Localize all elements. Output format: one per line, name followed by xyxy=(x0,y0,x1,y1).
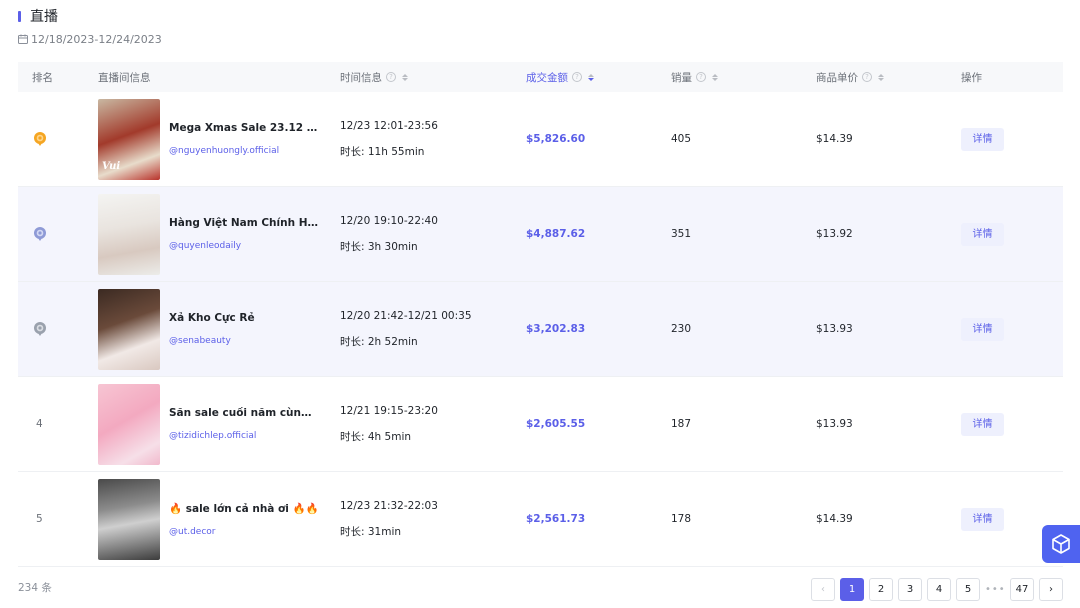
detail-button[interactable]: 详情 xyxy=(961,412,1004,436)
time-cell: 12/20 21:42-12/21 00:35 时长: 2h 52min xyxy=(340,309,472,348)
live-thumbnail[interactable] xyxy=(98,383,160,465)
prev-page-button[interactable]: ‹ xyxy=(811,578,835,601)
table-row: Vui Mega Xmas Sale 23.12 12a... @nguyenh… xyxy=(18,92,1063,187)
table-row: 4 Săn sale cuối năm cùng Tizi @tizidichl… xyxy=(18,377,1063,472)
quantity-cell: 351 xyxy=(671,228,692,240)
sort-icon[interactable] xyxy=(402,73,408,81)
table-row: Hàng Việt Nam Chính Hãng @quyenleodaily … xyxy=(18,187,1063,282)
room-title[interactable]: Săn sale cuối năm cùng Tizi xyxy=(169,407,319,419)
time-cell: 12/23 12:01-23:56 时长: 11h 55min xyxy=(340,119,438,158)
page-ellipsis[interactable]: ••• xyxy=(985,584,1005,595)
section-title: 直播 xyxy=(30,9,58,25)
table-row: 5 🔥 sale lớn cả nhà ơi 🔥🔥 @ut.decor 12/2… xyxy=(18,472,1063,567)
live-thumbnail[interactable] xyxy=(98,478,160,560)
room-info-cell[interactable]: Săn sale cuối năm cùng Tizi @tizidichlep… xyxy=(98,383,340,465)
rank-cell xyxy=(18,226,98,242)
amount-cell: $3,202.83 xyxy=(526,323,586,335)
rank-number: 5 xyxy=(36,513,43,525)
calendar-icon xyxy=(18,34,28,44)
sort-icon[interactable] xyxy=(712,73,718,81)
page-button[interactable]: 5 xyxy=(956,578,980,601)
amount-cell: $2,605.55 xyxy=(526,418,586,430)
help-icon[interactable]: ? xyxy=(862,72,872,82)
page-button[interactable]: 3 xyxy=(898,578,922,601)
table-row: Xả Kho Cực Rẻ @senabeauty 12/20 21:42-12… xyxy=(18,282,1063,377)
time-cell: 12/21 19:15-23:20 时长: 4h 5min xyxy=(340,404,438,443)
room-info-cell[interactable]: Hàng Việt Nam Chính Hãng @quyenleodaily xyxy=(98,193,340,275)
column-rank: 排名 xyxy=(32,71,53,84)
amount-cell: $2,561.73 xyxy=(526,513,586,525)
room-title[interactable]: Mega Xmas Sale 23.12 12a... xyxy=(169,122,319,134)
help-icon[interactable]: ? xyxy=(696,72,706,82)
detail-button[interactable]: 详情 xyxy=(961,222,1004,246)
room-title[interactable]: Hàng Việt Nam Chính Hãng xyxy=(169,217,319,229)
action-cell: 详情 xyxy=(961,412,1063,436)
rank-cell xyxy=(18,131,98,147)
rank-cell xyxy=(18,321,98,337)
unit-price-cell: $13.93 xyxy=(816,323,853,335)
section-header: 直播 12/18/2023-12/24/2023 xyxy=(18,6,162,46)
live-thumbnail[interactable] xyxy=(98,193,160,275)
room-title[interactable]: 🔥 sale lớn cả nhà ơi 🔥🔥 xyxy=(169,502,319,515)
quantity-cell: 187 xyxy=(671,418,692,430)
detail-button[interactable]: 详情 xyxy=(961,507,1004,531)
quantity-cell: 230 xyxy=(671,323,692,335)
quantity-cell: 405 xyxy=(671,133,692,145)
action-cell: 详情 xyxy=(961,222,1063,246)
quantity-cell: 178 xyxy=(671,513,692,525)
time-cell: 12/23 21:32-22:03 时长: 31min xyxy=(340,499,438,538)
amount-cell: $4,887.62 xyxy=(526,228,586,240)
last-page-button[interactable]: 47 xyxy=(1010,578,1034,601)
time-cell: 12/20 19:10-22:40 时长: 3h 30min xyxy=(340,214,438,253)
unit-price-cell: $13.92 xyxy=(816,228,853,240)
room-info-cell[interactable]: Vui Mega Xmas Sale 23.12 12a... @nguyenh… xyxy=(98,98,340,180)
column-quantity[interactable]: 销量 ? xyxy=(671,70,816,85)
sort-icon[interactable] xyxy=(588,73,594,81)
detail-button[interactable]: 详情 xyxy=(961,127,1004,151)
live-ranking-table: 排名 直播间信息 时间信息 ? 成交金额 ? 销量 ? 商品单价 ? 操作 Vu… xyxy=(18,62,1063,567)
room-handle[interactable]: @tizidichlep.official xyxy=(169,431,319,441)
room-handle[interactable]: @quyenleodaily xyxy=(169,241,319,251)
total-count: 234 条 xyxy=(18,582,52,594)
column-room-info: 直播间信息 xyxy=(98,71,151,84)
column-unit-price[interactable]: 商品单价 ? xyxy=(816,70,961,85)
page-button[interactable]: 2 xyxy=(869,578,893,601)
rank-cell: 4 xyxy=(18,418,98,430)
live-thumbnail[interactable] xyxy=(98,288,160,370)
unit-price-cell: $13.93 xyxy=(816,418,853,430)
date-range: 12/18/2023-12/24/2023 xyxy=(31,32,162,46)
detail-button[interactable]: 详情 xyxy=(961,317,1004,341)
column-amount[interactable]: 成交金额 ? xyxy=(526,70,671,85)
room-handle[interactable]: @ut.decor xyxy=(169,527,319,537)
floating-cube-button[interactable] xyxy=(1042,525,1080,563)
table-header: 排名 直播间信息 时间信息 ? 成交金额 ? 销量 ? 商品单价 ? 操作 xyxy=(18,62,1063,92)
cube-icon xyxy=(1052,534,1070,554)
unit-price-cell: $14.39 xyxy=(816,133,853,145)
bronze-medal-icon xyxy=(34,322,46,336)
page-button[interactable]: 4 xyxy=(927,578,951,601)
amount-cell: $5,826.60 xyxy=(526,133,586,145)
silver-medal-icon xyxy=(34,227,46,241)
room-title[interactable]: Xả Kho Cực Rẻ xyxy=(169,312,255,324)
sort-icon[interactable] xyxy=(878,73,884,81)
room-handle[interactable]: @nguyenhuongly.official xyxy=(169,146,319,156)
room-info-cell[interactable]: 🔥 sale lớn cả nhà ơi 🔥🔥 @ut.decor xyxy=(98,478,340,560)
next-page-button[interactable]: › xyxy=(1039,578,1063,601)
room-info-cell[interactable]: Xả Kho Cực Rẻ @senabeauty xyxy=(98,288,340,370)
rank-cell: 5 xyxy=(18,513,98,525)
room-handle[interactable]: @senabeauty xyxy=(169,336,255,346)
column-actions: 操作 xyxy=(961,71,982,84)
help-icon[interactable]: ? xyxy=(572,72,582,82)
unit-price-cell: $14.39 xyxy=(816,513,853,525)
gold-medal-icon xyxy=(34,132,46,146)
pagination: ‹ 1 2 3 4 5 ••• 47 › xyxy=(811,578,1063,601)
rank-number: 4 xyxy=(36,418,43,430)
page-button[interactable]: 1 xyxy=(840,578,864,601)
help-icon[interactable]: ? xyxy=(386,72,396,82)
title-accent-bar xyxy=(18,10,21,22)
live-thumbnail[interactable]: Vui xyxy=(98,98,160,180)
action-cell: 详情 xyxy=(961,127,1063,151)
action-cell: 详情 xyxy=(961,317,1063,341)
column-time[interactable]: 时间信息 ? xyxy=(340,70,526,85)
